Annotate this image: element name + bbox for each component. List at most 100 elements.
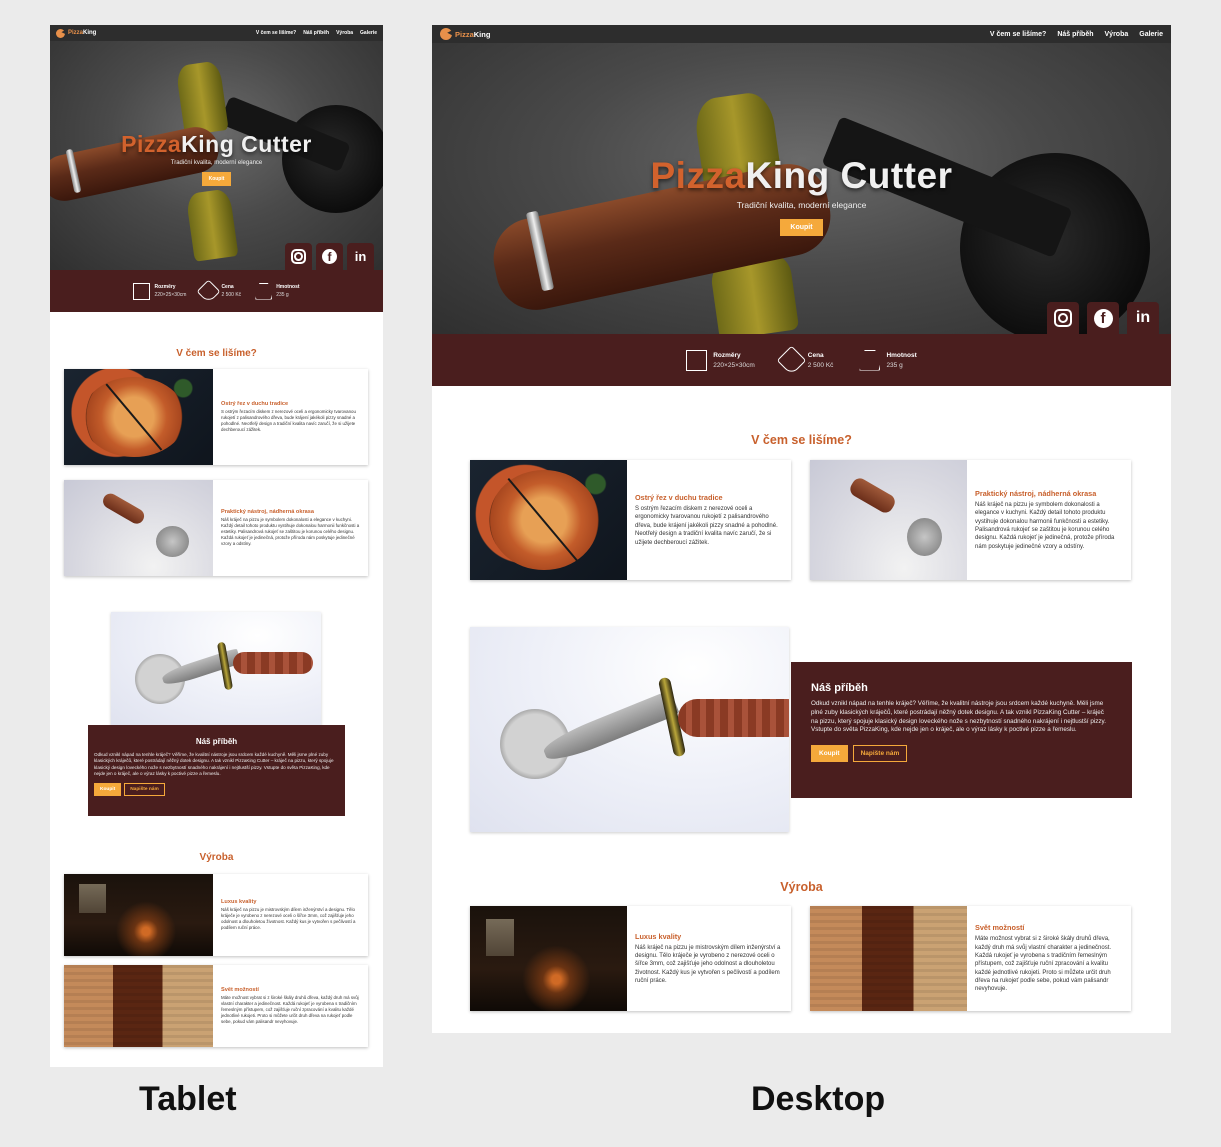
tablet-preview: PizzaKing V čem se lišíme? Náš příběh Vý… <box>50 25 383 1067</box>
linkedin-icon: in <box>354 249 367 264</box>
instagram-icon <box>1054 309 1072 327</box>
spec-dimensions: Rozměry 220×25×30cm <box>686 349 755 371</box>
hero-title: PizzaKing Cutter <box>121 131 312 157</box>
pizza-logo-icon <box>56 28 65 38</box>
linkedin-link[interactable]: in <box>1127 302 1159 334</box>
production-card: Luxus kvality Náš kráječ na pizzu je mist… <box>470 906 791 1011</box>
card-text: Náš kráječ na pizzu je symbolem dokonalo… <box>975 501 1115 550</box>
contact-button[interactable]: Napište nám <box>124 782 165 796</box>
feature-card: Praktický nástroj, nádherná okrasa Náš kr… <box>810 460 1131 580</box>
brand-name: PizzaKing <box>455 29 491 39</box>
hero-guard-image <box>175 60 229 136</box>
spec-label: Cena <box>221 284 234 290</box>
production-card: Svět možností Máte možnost vybrat si z ši… <box>810 906 1131 1011</box>
workshop-photo <box>470 906 627 1011</box>
nav-link-differ[interactable]: V čem se lišíme? <box>990 31 1046 38</box>
price-tag-icon <box>776 345 807 375</box>
nav-menu: V čem se lišíme? Náš příběh Výroba Galer… <box>256 30 377 36</box>
hero-subtitle: Tradiční kvalita, moderní elegance <box>736 200 867 210</box>
hero-content: PizzaKing Cutter Tradiční kvalita, moder… <box>432 155 1171 236</box>
story-title: Náš příběh <box>195 737 238 746</box>
contact-button[interactable]: Napište nám <box>852 745 908 763</box>
brand-name: PizzaKing <box>68 30 97 36</box>
buy-button[interactable]: Koupit <box>811 745 848 763</box>
card-text: S ostrým řezacím diskem z nerezové oceli… <box>635 506 778 546</box>
social-links: f in <box>1047 302 1159 334</box>
buy-button[interactable]: Koupit <box>201 172 232 186</box>
card-title: Svět možností <box>975 923 1025 933</box>
spec-value: 220×25×30cm <box>713 361 755 369</box>
dimensions-icon <box>686 349 708 371</box>
instagram-link[interactable] <box>285 243 312 270</box>
feature-card: Ostrý řez v duchu tradice S ostrým řezací… <box>64 369 368 465</box>
hero-title: PizzaKing Cutter <box>650 155 953 196</box>
story-section: Náš příběh Odkud vznikl nápad na tenhle … <box>88 725 345 816</box>
spec-weight: Hmotnost 235 g <box>859 349 917 371</box>
section-title-differ: V čem se lišíme? <box>751 433 852 447</box>
facebook-link[interactable]: f <box>316 243 343 270</box>
facebook-icon: f <box>322 249 337 264</box>
hero-guard-image <box>185 188 239 262</box>
spec-value: 235 g <box>886 361 903 369</box>
spec-weight: Hmotnost 235 g <box>255 282 300 300</box>
nav-link-story[interactable]: Náš příběh <box>303 30 329 36</box>
spec-value: 2 500 Kč <box>221 292 242 298</box>
nav-link-story[interactable]: Náš příběh <box>1057 31 1093 38</box>
card-title: Praktický nástroj, nádherná okrasa <box>975 488 1097 498</box>
weight-icon <box>859 349 881 371</box>
section-title-production: Výroba <box>199 852 234 863</box>
spec-label: Rozměry <box>713 351 741 359</box>
dimensions-icon <box>133 282 151 300</box>
facebook-icon: f <box>1093 308 1113 328</box>
desktop-label: Desktop <box>751 1080 886 1118</box>
workshop-photo <box>64 874 213 956</box>
card-title: Luxus kvality <box>635 931 682 941</box>
pizza-photo <box>470 460 627 580</box>
cutter-photo <box>64 480 213 576</box>
nav-link-gallery[interactable]: Galerie <box>360 30 377 36</box>
card-title: Ostrý řez v duchu tradice <box>635 493 723 503</box>
spec-label: Cena <box>807 351 824 359</box>
card-text: Máte možnost vybrat si z široké škály dr… <box>975 936 1112 993</box>
card-title: Svět možností <box>221 987 259 994</box>
story-buttons: Koupit Napište nám <box>94 782 339 796</box>
feature-card: Ostrý řez v duchu tradice S ostrým řezací… <box>470 460 791 580</box>
pizza-logo-icon <box>440 28 452 40</box>
spec-bar: Rozměry 220×25×30cm Cena 2 500 Kč Hmotnost… <box>432 334 1171 386</box>
linkedin-link[interactable]: in <box>347 243 374 270</box>
spec-value: 220×25×30cm <box>154 292 187 298</box>
instagram-link[interactable] <box>1047 302 1079 334</box>
hero-section: PizzaKing Cutter Tradiční kvalita, moder… <box>50 41 383 270</box>
card-text: Máte možnost vybrat si z široké škály dr… <box>221 995 359 1024</box>
spec-label: Rozměry <box>154 284 176 290</box>
price-tag-icon <box>196 278 221 304</box>
buy-button[interactable]: Koupit <box>94 782 122 796</box>
nav-link-production[interactable]: Výroba <box>1105 31 1129 38</box>
spec-value: 2 500 Kč <box>807 361 834 369</box>
story-cutter-photo <box>470 627 789 832</box>
card-text: Náš kráječ na pizzu je mistrovským dílem… <box>221 907 356 930</box>
pizza-photo <box>64 369 213 465</box>
brand-logo[interactable]: PizzaKing <box>440 28 490 40</box>
facebook-link[interactable]: f <box>1087 302 1119 334</box>
nav-link-gallery[interactable]: Galerie <box>1139 31 1163 38</box>
tablet-label: Tablet <box>139 1080 237 1118</box>
card-title: Praktický nástroj, nádherná okrasa <box>221 509 314 516</box>
card-text: Náš kráječ na pizzu je symbolem dokonalo… <box>221 517 360 546</box>
story-section: Náš příběh Odkud vznikl nápad na tenhle … <box>791 662 1132 798</box>
top-nav: PizzaKing V čem se lišíme? Náš příběh Vý… <box>50 25 383 41</box>
story-text: Odkud vznikl nápad na tenhle kráječ? Věř… <box>94 752 334 777</box>
spec-label: Hmotnost <box>886 351 917 359</box>
brand-logo[interactable]: PizzaKing <box>56 28 97 38</box>
section-title-production: Výroba <box>780 880 823 894</box>
hero-content: PizzaKing Cutter Tradiční kvalita, moder… <box>50 131 383 186</box>
nav-link-differ[interactable]: V čem se lišíme? <box>256 30 296 36</box>
linkedin-icon: in <box>1135 309 1151 326</box>
nav-link-production[interactable]: Výroba <box>336 30 353 36</box>
nav-menu: V čem se lišíme? Náš příběh Výroba Galer… <box>990 31 1163 38</box>
buy-button[interactable]: Koupit <box>780 219 823 236</box>
story-text: Odkud vznikl nápad na tenhle kráječ? Věř… <box>811 700 1106 734</box>
spec-price: Cena 2 500 Kč <box>196 278 242 304</box>
instagram-icon <box>291 249 306 264</box>
hero-subtitle: Tradiční kvalita, moderní elegance <box>170 160 263 166</box>
